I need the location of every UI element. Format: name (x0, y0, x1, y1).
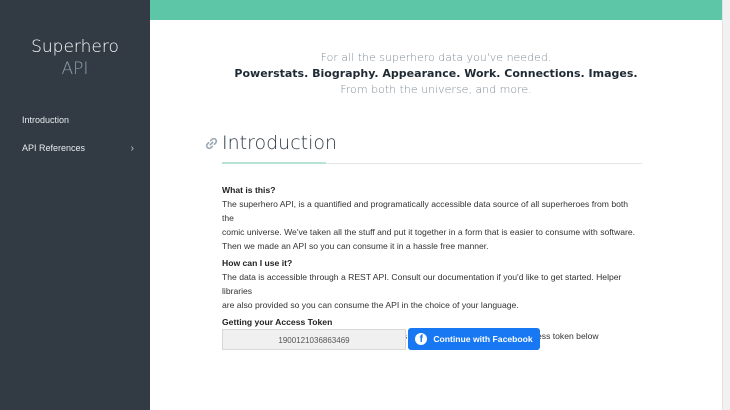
intro-content: What is this? The superhero API, is a qu… (222, 184, 642, 347)
divider-accent (222, 162, 326, 164)
sidebar-item-label: API References (22, 143, 86, 153)
faq-answer: The superhero API, is a quantified and p… (222, 197, 642, 253)
sidebar-item-introduction[interactable]: Introduction (22, 113, 134, 127)
answer-line: The superhero API, is a quantified and p… (222, 199, 629, 223)
sidebar: Superhero API Introduction API Reference… (0, 0, 150, 410)
facebook-icon: f (415, 333, 428, 345)
sidebar-item-label: Introduction (22, 115, 70, 125)
chevron-right-icon: › (130, 142, 134, 154)
hero-tagline: For all the superhero data you've needed… (320, 51, 552, 64)
faq-answer: The data is accessible through a REST AP… (222, 270, 642, 312)
top-accent-bar (150, 0, 722, 20)
faq-question: What is this? (222, 185, 276, 195)
hero-features: Powerstats. Biography. Appearance. Work.… (234, 67, 638, 80)
section-heading: Introduction (205, 130, 337, 156)
answer-line: comic universe. We've taken all the stuf… (222, 227, 636, 237)
facebook-button-label: Continue with Facebook (433, 334, 533, 344)
continue-with-facebook-button[interactable]: f Continue with Facebook (408, 328, 540, 350)
answer-line: are also provided so you can consume the… (222, 300, 519, 310)
faq-question: How can I use it? (222, 258, 293, 268)
brand-subtitle: API (61, 59, 89, 79)
brand-name: Superhero (31, 37, 119, 57)
access-token-field[interactable]: 1900121036863469 (222, 328, 406, 350)
scrollbar[interactable] (722, 0, 730, 410)
link-icon[interactable] (205, 137, 218, 150)
sidebar-item-api-references[interactable]: API References › (22, 141, 134, 155)
answer-line: The data is accessible through a REST AP… (222, 272, 622, 296)
brand-logo[interactable]: Superhero API (0, 36, 150, 80)
hero-subtagline: From both the universe, and more. (340, 83, 532, 96)
token-row: 1900121036863469 f Continue with Faceboo… (222, 328, 540, 350)
section-title: Introduction (222, 132, 338, 154)
answer-line: Then we made an API so you can consume i… (222, 241, 489, 251)
main-content: For all the superhero data you've needed… (150, 20, 722, 410)
